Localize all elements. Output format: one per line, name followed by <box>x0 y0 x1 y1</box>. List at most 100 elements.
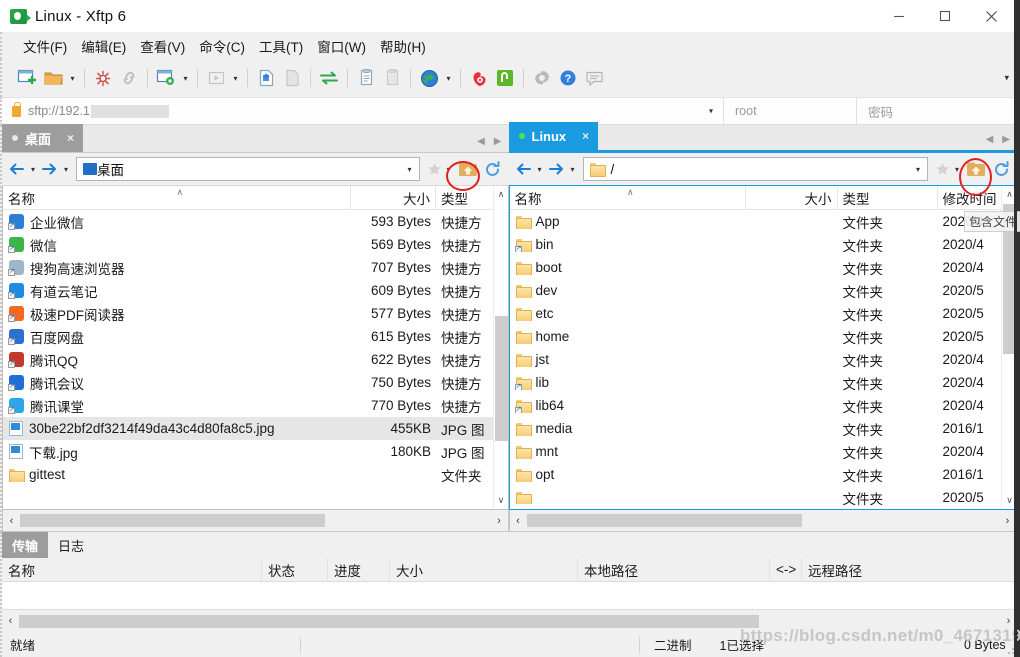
remote-back-button[interactable] <box>513 157 534 181</box>
local-hscroll-thumb[interactable] <box>20 514 325 527</box>
table-row[interactable]: mnt 文件夹 2020/4 <box>510 440 1017 463</box>
local-scroll-up-icon[interactable]: ∧ <box>494 186 508 203</box>
username-input[interactable]: root <box>724 98 857 124</box>
menu-view[interactable]: 查看(V) <box>133 33 192 59</box>
local-hscroll-left-icon[interactable]: ‹ <box>3 510 20 532</box>
remote-forward-button[interactable] <box>546 157 567 181</box>
disconnect-icon[interactable] <box>90 65 116 91</box>
menu-tools[interactable]: 工具(T) <box>252 33 310 59</box>
local-back-caret-icon[interactable]: ▾ <box>27 157 39 181</box>
transfer-hscroll-left-icon[interactable]: ‹ <box>2 610 19 632</box>
remote-refresh-button[interactable] <box>989 157 1013 181</box>
menu-help[interactable]: 帮助(H) <box>373 33 433 59</box>
table-row[interactable]: 腾讯QQ 622 Bytes 快捷方 <box>3 348 508 371</box>
column-header-modified[interactable]: 修改时间 <box>938 186 1004 210</box>
password-input[interactable]: 密码 <box>857 98 1017 124</box>
table-row[interactable]: lib64 文件夹 2020/4 <box>510 394 1017 417</box>
local-path-caret-icon[interactable]: ▾ <box>407 165 411 174</box>
xfer-column-size[interactable]: 大小 <box>390 557 578 582</box>
transfer-horizontal-scrollbar[interactable]: ‹ › <box>2 610 1017 632</box>
column-header-name[interactable]: 名称 ∧ <box>510 186 746 210</box>
local-scroll-thumb[interactable] <box>494 316 508 441</box>
local-forward-caret-icon[interactable]: ▾ <box>60 157 72 181</box>
new-file-icon[interactable] <box>279 65 305 91</box>
run-caret-icon[interactable]: ▾ <box>229 65 242 91</box>
help-icon[interactable]: ? <box>555 65 581 91</box>
remote-forward-caret-icon[interactable]: ▾ <box>567 157 579 181</box>
local-horizontal-scrollbar[interactable]: ‹ › <box>2 510 509 532</box>
tab-next-icon[interactable]: ▶ <box>1002 134 1010 145</box>
local-home-button[interactable] <box>455 157 481 181</box>
open-folder-icon[interactable] <box>40 65 66 91</box>
tab-transfer[interactable]: 传输 <box>2 532 49 558</box>
column-header-size[interactable]: 大小 <box>746 186 838 210</box>
table-row[interactable]: dev 文件夹 2020/5 <box>510 279 1017 302</box>
table-row[interactable]: etc 文件夹 2020/5 <box>510 302 1017 325</box>
transfer-hscroll-track[interactable] <box>19 614 1000 628</box>
close-button[interactable] <box>968 0 1014 32</box>
table-row[interactable]: 极速PDF阅读器 577 Bytes 快捷方 <box>3 302 508 325</box>
local-forward-button[interactable] <box>39 157 60 181</box>
copy-icon[interactable] <box>353 65 379 91</box>
tab-close-icon[interactable]: × <box>582 129 589 143</box>
remote-bookmark-caret-icon[interactable]: ▾ <box>951 157 963 181</box>
local-scroll-down-icon[interactable]: ∨ <box>494 492 508 509</box>
remote-hscroll-thumb[interactable] <box>526 514 802 527</box>
globe-icon[interactable] <box>416 65 442 91</box>
paste-icon[interactable] <box>379 65 405 91</box>
minimize-button[interactable] <box>876 0 922 32</box>
toolbar-overflow-caret-icon[interactable]: ▾ <box>1004 73 1009 84</box>
import-icon[interactable] <box>253 65 279 91</box>
table-row[interactable]: home 文件夹 2020/5 <box>510 325 1017 348</box>
tab-close-icon[interactable]: × <box>67 131 74 145</box>
address-input[interactable]: sftp://192.1 ▾ <box>2 98 724 124</box>
link-icon[interactable] <box>116 65 142 91</box>
table-row[interactable]: 百度网盘 615 Bytes 快捷方 <box>3 325 508 348</box>
feedback-icon[interactable] <box>581 65 607 91</box>
table-row[interactable]: 腾讯课堂 770 Bytes 快捷方 <box>3 394 508 417</box>
column-header-size[interactable]: 大小 <box>351 186 436 210</box>
tab-next-icon[interactable]: ▶ <box>494 136 502 147</box>
xfer-column-status[interactable]: 状态 <box>262 557 328 582</box>
sync-transfer-icon[interactable] <box>316 65 342 91</box>
table-row[interactable]: boot 文件夹 2020/4 <box>510 256 1017 279</box>
run-icon[interactable] <box>203 65 229 91</box>
remote-bookmark-button[interactable] <box>934 157 951 181</box>
local-refresh-button[interactable] <box>481 157 505 181</box>
table-row[interactable]: jst 文件夹 2020/4 <box>510 348 1017 371</box>
xfer-column-remotepath[interactable]: 远程路径 <box>802 558 1002 582</box>
table-row[interactable]: 文件夹 2020/5 <box>510 486 1017 509</box>
xshell-icon[interactable] <box>466 65 492 91</box>
local-bookmark-button[interactable] <box>426 157 443 181</box>
remote-home-button[interactable] <box>963 157 989 181</box>
column-header-type[interactable]: 类型 <box>838 186 938 210</box>
remote-path-caret-icon[interactable]: ▾ <box>916 165 920 174</box>
xfer-column-name[interactable]: 名称 <box>2 557 262 582</box>
xfer-column-progress[interactable]: 进度 <box>328 557 390 582</box>
remote-horizontal-scrollbar[interactable]: ‹ › <box>508 510 1017 532</box>
xftp-icon[interactable] <box>492 65 518 91</box>
xfer-column-localpath[interactable]: 本地路径 <box>578 557 770 582</box>
local-bookmark-caret-icon[interactable]: ▾ <box>443 157 455 181</box>
table-row[interactable]: 腾讯会议 750 Bytes 快捷方 <box>3 371 508 394</box>
tab-prev-icon[interactable]: ◀ <box>986 134 994 145</box>
xfer-column-direction[interactable]: <-> <box>770 557 802 582</box>
tab-desktop[interactable]: 桌面 × <box>2 124 84 152</box>
gear-icon[interactable] <box>529 65 555 91</box>
table-row[interactable]: App文件夹2020/4 <box>510 210 1017 233</box>
local-hscroll-right-icon[interactable]: › <box>491 510 508 532</box>
local-hscroll-track[interactable] <box>20 514 491 527</box>
new-session-icon[interactable] <box>14 65 40 91</box>
session-properties-icon[interactable] <box>153 65 179 91</box>
local-path-input[interactable]: 桌面 ▾ <box>76 157 420 181</box>
remote-hscroll-left-icon[interactable]: ‹ <box>510 510 527 532</box>
maximize-button[interactable] <box>922 0 968 32</box>
menu-file[interactable]: 文件(F) <box>16 33 74 59</box>
table-row[interactable]: 搜狗高速浏览器 707 Bytes 快捷方 <box>3 256 508 279</box>
menu-window[interactable]: 窗口(W) <box>310 33 373 59</box>
remote-path-input[interactable]: / ▾ <box>582 157 928 181</box>
column-header-type[interactable]: 类型 <box>436 186 494 210</box>
table-row[interactable]: media 文件夹 2016/1 <box>510 417 1017 440</box>
open-folder-caret-icon[interactable]: ▾ <box>66 65 79 91</box>
remote-hscroll-track[interactable] <box>526 514 999 527</box>
